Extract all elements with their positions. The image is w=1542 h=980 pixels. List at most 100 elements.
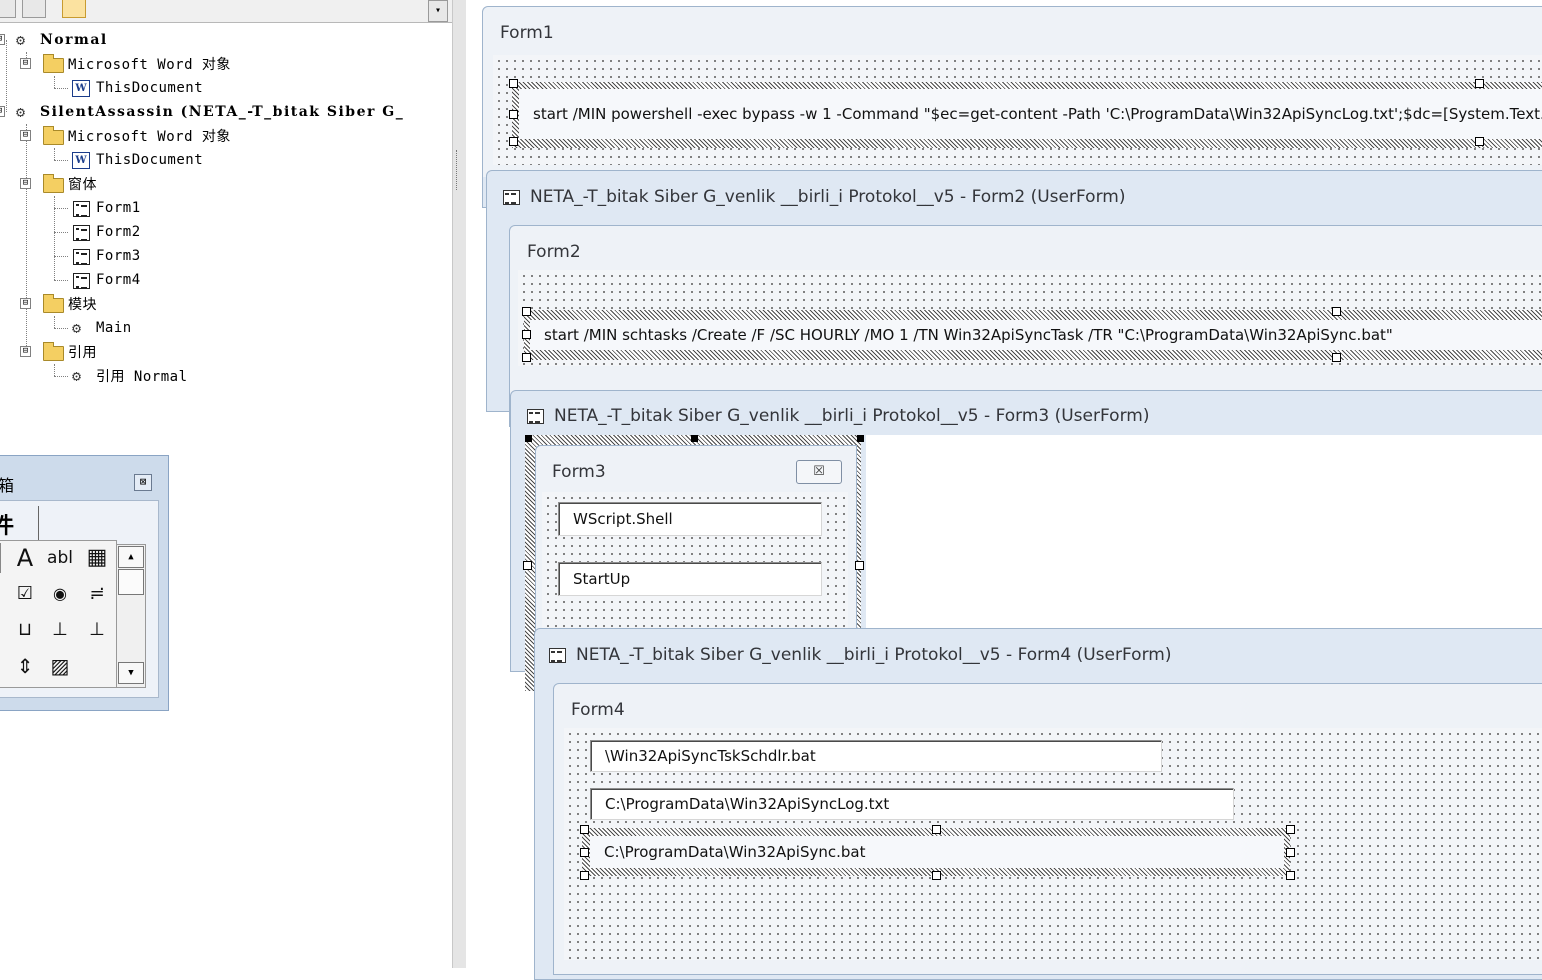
userform-icon	[70, 223, 92, 241]
tree-node-word-objects[interactable]: Microsoft Word 对象	[42, 53, 231, 75]
pane-splitter[interactable]	[452, 0, 467, 968]
tree-node-silentassassin[interactable]: ⚙ SilentAssassin (NETA_-T_bitak Siber G_	[14, 101, 404, 123]
folder-icon	[42, 126, 64, 145]
toolbox-scrollbar[interactable]: ▲ ▼	[116, 544, 146, 688]
togglebutton-tool-icon[interactable]: ≓	[82, 579, 112, 609]
tree-line	[54, 232, 68, 233]
resize-handle[interactable]	[1475, 137, 1484, 146]
tree-node-form1[interactable]: Form1	[70, 197, 141, 219]
expander-word-objects[interactable]: ⊟	[20, 58, 31, 69]
tree-line	[6, 40, 7, 112]
expander-normal[interactable]: ⊟	[0, 34, 5, 45]
form3-window-caption[interactable]: NETA_-T_bitak Siber G_venlik __birli_i P…	[527, 406, 1149, 426]
resize-handle[interactable]	[1332, 307, 1341, 316]
resize-handle[interactable]	[1332, 353, 1341, 362]
form-title[interactable]: Form1	[500, 23, 554, 43]
optionbutton-tool-icon[interactable]: ◉	[45, 579, 75, 609]
tree-node-label: Form4	[96, 272, 141, 288]
form-title[interactable]: Form2	[527, 242, 581, 262]
expander-forms[interactable]: ⊟	[20, 178, 31, 189]
form3-textbox-startup[interactable]: StartUp	[558, 562, 822, 596]
tree-node-normal[interactable]: ⚙ Normal	[14, 29, 108, 51]
commandbutton-tool-icon[interactable]: ⊔	[10, 615, 40, 645]
resize-handle[interactable]	[932, 871, 941, 880]
view-code-button[interactable]	[0, 0, 16, 18]
form4-textbox-taskscheduler[interactable]: \Win32ApiSyncTskSchdlr.bat	[590, 740, 1162, 772]
toolbox-close-button[interactable]: ⊠	[134, 474, 152, 491]
tree-node-form2[interactable]: Form2	[70, 221, 141, 243]
resize-handle[interactable]	[1475, 79, 1484, 88]
tree-node-label: SilentAssassin (NETA_-T_bitak Siber G_	[40, 104, 405, 120]
resize-handle[interactable]	[855, 561, 864, 570]
resize-handle[interactable]	[525, 435, 532, 442]
module-icon: ⚙	[72, 319, 82, 337]
form3-textbox-shell[interactable]: WScript.Shell	[558, 502, 822, 536]
toolbox-window: 箱 ⊠ 件 A abl ▦ ☑ ◉ ≓ ⊔ ⊥ ⊥ ⇕ ▨ ▲ ▼	[0, 455, 169, 711]
textbox-tool-icon[interactable]: abl	[45, 543, 75, 573]
resize-handle[interactable]	[580, 848, 589, 857]
toolbox-tab-controls[interactable]: 件	[0, 508, 14, 540]
resize-handle[interactable]	[932, 825, 941, 834]
tree-line	[54, 208, 68, 209]
form4-window-caption[interactable]: NETA_-T_bitak Siber G_venlik __birli_i P…	[549, 645, 1171, 665]
resize-handle[interactable]	[1286, 871, 1295, 880]
checkbox-tool-icon[interactable]: ☑	[10, 579, 40, 609]
pointer-tool-icon[interactable]	[0, 543, 1, 573]
form1-textbox[interactable]: start /MIN powershell -exec bypass -w 1 …	[519, 89, 1542, 139]
form-title[interactable]: Form3	[552, 462, 606, 482]
scroll-thumb[interactable]	[118, 569, 144, 595]
resize-handle[interactable]	[509, 110, 518, 119]
tree-node-word-objects-2[interactable]: Microsoft Word 对象	[42, 125, 231, 147]
scroll-down-button[interactable]: ▾	[428, 0, 448, 22]
tree-node-references-folder[interactable]: 引用	[42, 341, 97, 363]
scroll-down-button[interactable]: ▼	[118, 662, 144, 684]
form4-textbox-batpath[interactable]: C:\ProgramData\Win32ApiSync.bat	[590, 836, 1284, 868]
toggle-folders-button[interactable]	[62, 0, 86, 18]
expander-word-objects-2[interactable]: ⊟	[20, 130, 31, 141]
expander-references[interactable]: ⊟	[20, 346, 31, 357]
word-document-icon: W	[70, 151, 92, 169]
close-icon[interactable]: ☒	[796, 460, 842, 484]
tree-node-label: ThisDocument	[96, 152, 204, 168]
tree-node-forms-folder[interactable]: 窗体	[42, 173, 97, 195]
resize-handle[interactable]	[509, 137, 518, 146]
image-tool-icon[interactable]: ▨	[45, 651, 75, 681]
spinbutton-tool-icon[interactable]: ⇕	[10, 651, 40, 681]
resize-handle[interactable]	[1286, 848, 1295, 857]
combobox-tool-icon[interactable]: ▦	[82, 543, 112, 573]
view-object-button[interactable]	[22, 0, 46, 18]
userform-icon	[70, 271, 92, 289]
resize-handle[interactable]	[1286, 825, 1295, 834]
resize-handle[interactable]	[691, 435, 698, 442]
form2-textbox[interactable]: start /MIN schtasks /Create /F /SC HOURL…	[530, 320, 1542, 350]
resize-handle[interactable]	[857, 435, 864, 442]
tree-node-form4[interactable]: Form4	[70, 269, 141, 291]
tree-node-label: Normal	[40, 32, 108, 48]
tree-line	[26, 124, 27, 352]
tree-node-label: 窗体	[68, 177, 97, 193]
label-tool-icon[interactable]: A	[10, 543, 40, 573]
resize-handle[interactable]	[580, 825, 589, 834]
form4-textbox-logpath[interactable]: C:\ProgramData\Win32ApiSyncLog.txt	[590, 788, 1234, 820]
resize-handle[interactable]	[522, 307, 531, 316]
resize-handle[interactable]	[509, 79, 518, 88]
form-title[interactable]: Form4	[571, 700, 625, 720]
resize-handle[interactable]	[580, 871, 589, 880]
tree-node-thisdocument[interactable]: W ThisDocument	[70, 77, 203, 99]
resize-handle[interactable]	[522, 330, 531, 339]
expander-modules[interactable]: ⊟	[20, 298, 31, 309]
scroll-up-button[interactable]: ▲	[118, 546, 144, 568]
form2-window-caption[interactable]: NETA_-T_bitak Siber G_venlik __birli_i P…	[503, 187, 1125, 207]
tree-node-thisdocument-2[interactable]: W ThisDocument	[70, 149, 203, 171]
tree-node-form3[interactable]: Form3	[70, 245, 141, 267]
multipage-tool-icon[interactable]: ⊥	[82, 615, 112, 645]
tree-line	[54, 88, 68, 89]
resize-handle[interactable]	[523, 561, 532, 570]
reference-icon: ⚙	[72, 367, 82, 385]
expander-silentassassin[interactable]: ⊟	[0, 106, 5, 117]
tabstrip-tool-icon[interactable]: ⊥	[45, 615, 75, 645]
tree-node-modules-folder[interactable]: 模块	[42, 293, 97, 315]
resize-handle[interactable]	[522, 353, 531, 362]
tree-node-reference-normal[interactable]: ⚙ 引用 Normal	[70, 365, 188, 387]
tree-node-main[interactable]: ⚙ Main	[70, 317, 132, 339]
